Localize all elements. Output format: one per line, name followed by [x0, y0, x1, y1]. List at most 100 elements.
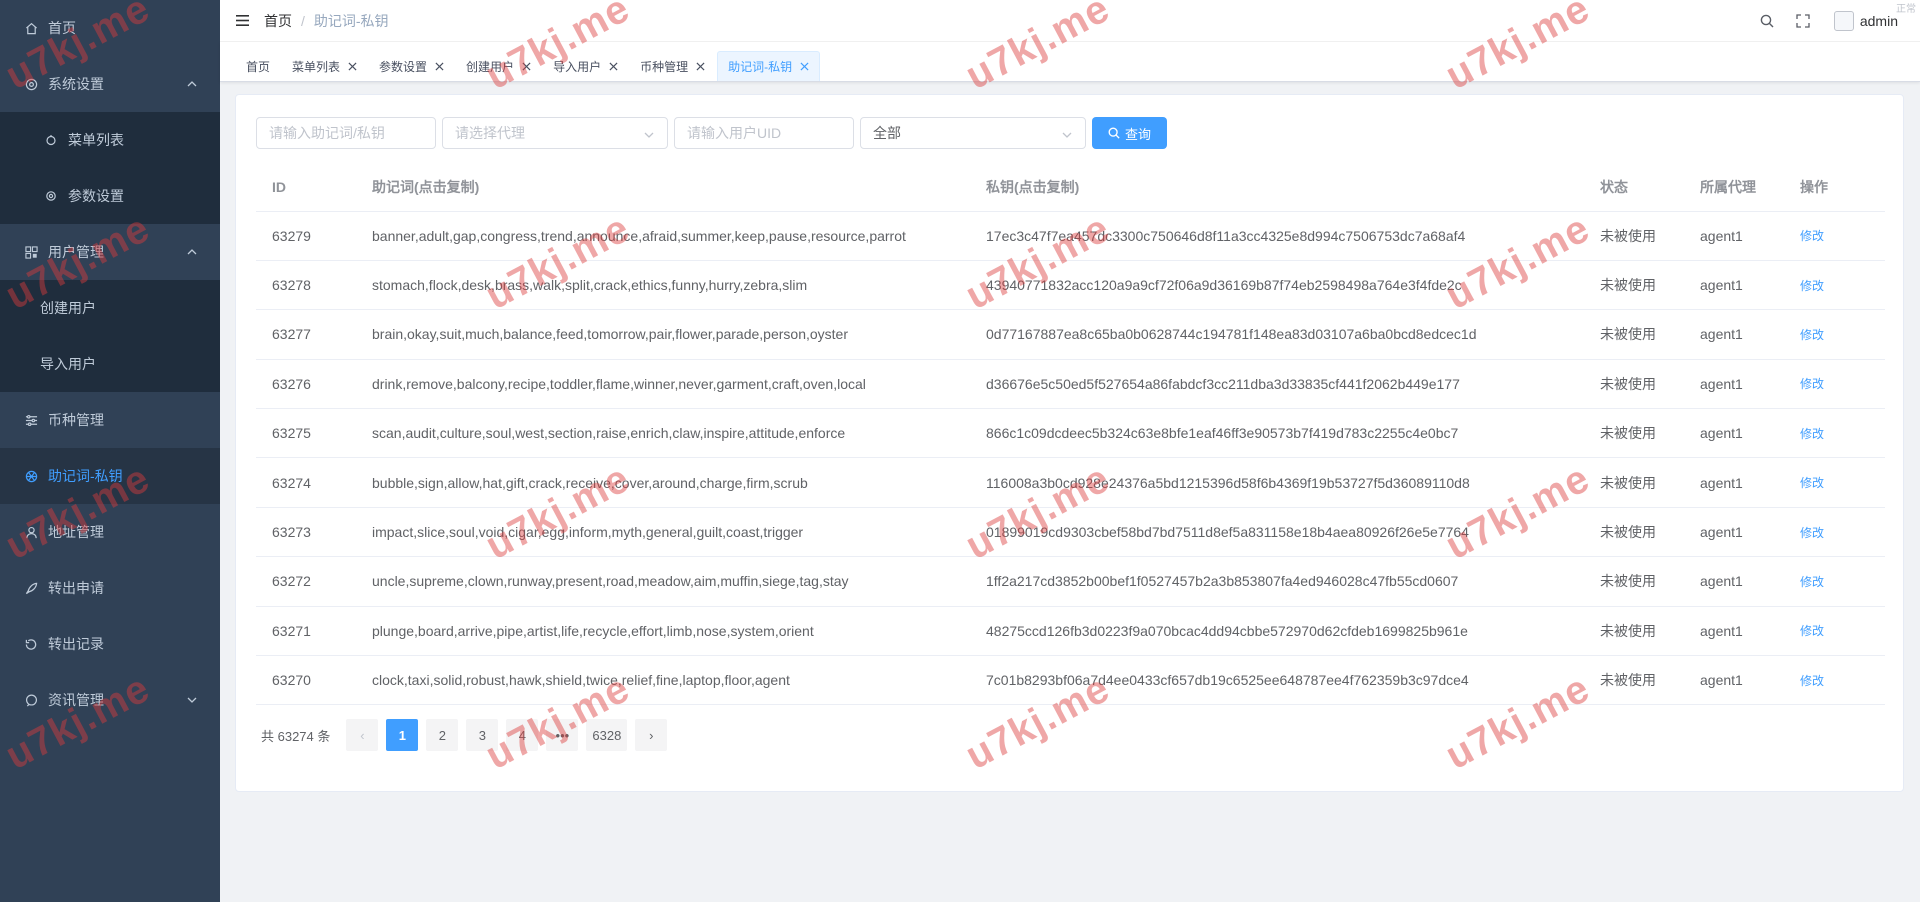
cell-mnemonic[interactable]: uncle,supreme,clown,runway,present,road,…: [356, 556, 970, 607]
close-icon[interactable]: [435, 61, 444, 71]
edit-link[interactable]: 修改: [1800, 229, 1824, 243]
search-icon[interactable]: [1760, 14, 1774, 28]
sidebar-item-9[interactable]: 地址管理: [0, 504, 220, 560]
sidebar-item-5[interactable]: 创建用户: [0, 280, 220, 336]
cell-id: 63272: [256, 556, 356, 607]
sidebar-item-7[interactable]: 币种管理: [0, 392, 220, 448]
sidebar-item-6[interactable]: 导入用户: [0, 336, 220, 392]
cell-action: 修改: [1784, 408, 1885, 459]
pagination-last-page[interactable]: 6328: [586, 719, 628, 752]
tab-label: 助记词-私钥: [728, 60, 793, 74]
table-row: 63270 clock,taxi,solid,robust,hawk,shield…: [256, 655, 1885, 706]
cell-private-key[interactable]: 0d77167887ea8c65ba0b0628744c194781f148ea…: [970, 309, 1584, 360]
uid-input[interactable]: 请输入用户UID: [674, 117, 854, 149]
close-icon[interactable]: [609, 61, 618, 71]
cell-private-key[interactable]: 48275ccd126fb3d0223f9a070bcac4dd94cbbe57…: [970, 606, 1584, 657]
pagination-ellipsis[interactable]: •••: [546, 719, 579, 752]
status-select[interactable]: 全部: [860, 117, 1086, 149]
edit-link[interactable]: 修改: [1800, 377, 1824, 391]
sidebar-item-2[interactable]: 菜单列表: [0, 112, 220, 168]
navbar-right: admin: [1738, 0, 1898, 42]
edit-link[interactable]: 修改: [1800, 476, 1824, 490]
cell-agent: agent1: [1684, 507, 1784, 558]
cell-id: 63273: [256, 507, 356, 558]
breadcrumb-current: 助记词-私钥: [313, 12, 389, 29]
cell-mnemonic[interactable]: banner,adult,gap,congress,trend,announce…: [356, 211, 970, 261]
edit-link[interactable]: 修改: [1800, 674, 1824, 688]
sidebar-item-label: 系统设置: [48, 76, 104, 92]
tab-6[interactable]: 助记词-私钥: [717, 51, 821, 81]
close-icon[interactable]: [696, 61, 705, 71]
agent-select[interactable]: 请选择代理: [442, 117, 668, 149]
pagination-page-1[interactable]: 1: [386, 719, 419, 752]
breadcrumb-separator: /: [301, 12, 305, 29]
qrcode-icon: [24, 245, 38, 259]
edit-link[interactable]: 修改: [1800, 624, 1824, 638]
cell-private-key[interactable]: 1ff2a217cd3852b00bef1f0527457b2a3b853807…: [970, 556, 1584, 607]
tab-label: 币种管理: [640, 59, 689, 74]
tab-label: 创建用户: [466, 59, 515, 74]
gear-icon: [44, 189, 58, 203]
cell-agent: agent1: [1684, 211, 1784, 261]
pagination-page-4[interactable]: 4: [506, 719, 539, 752]
cell-mnemonic[interactable]: impact,slice,soul,void,cigar,egg,inform,…: [356, 507, 970, 558]
avatar[interactable]: [1833, 11, 1854, 31]
sidebar-item-label: 菜单列表: [68, 132, 124, 148]
cell-mnemonic[interactable]: bubble,sign,allow,hat,gift,crack,receive…: [356, 457, 970, 508]
sidebar-item-1[interactable]: 系统设置: [0, 56, 220, 112]
cell-private-key[interactable]: 866c1c09dcdeec5b324c63e8bfe1eaf46ff3e905…: [970, 408, 1584, 459]
pagination-next-button[interactable]: ›: [635, 719, 668, 752]
query-button[interactable]: 查询: [1092, 117, 1168, 149]
cell-action: 修改: [1784, 309, 1885, 360]
cell-id: 63276: [256, 359, 356, 410]
agent-select-placeholder: 请选择代理: [455, 125, 525, 141]
tab-5[interactable]: 币种管理: [630, 51, 715, 81]
cell-mnemonic[interactable]: plunge,board,arrive,pipe,artist,life,rec…: [356, 606, 970, 657]
cell-mnemonic[interactable]: scan,audit,culture,soul,west,section,rai…: [356, 408, 970, 459]
pagination-prev-button[interactable]: ‹: [346, 719, 379, 752]
cell-mnemonic[interactable]: clock,taxi,solid,robust,hawk,shield,twic…: [356, 655, 970, 706]
cell-private-key[interactable]: 7c01b8293bf06a7d4ee0433cf657db19c6525ee6…: [970, 655, 1584, 706]
edit-link[interactable]: 修改: [1800, 526, 1824, 540]
cell-mnemonic[interactable]: stomach,flock,desk,brass,walk,split,crac…: [356, 260, 970, 311]
edit-link[interactable]: 修改: [1800, 427, 1824, 441]
tab-3[interactable]: 创建用户: [456, 51, 541, 81]
pagination-page-3[interactable]: 3: [466, 719, 499, 752]
edit-link[interactable]: 修改: [1800, 575, 1824, 589]
status-select-value: 全部: [873, 125, 901, 141]
sidebar-item-11[interactable]: 转出记录: [0, 616, 220, 672]
cell-mnemonic[interactable]: brain,okay,suit,much,balance,feed,tomorr…: [356, 309, 970, 360]
tab-1[interactable]: 菜单列表: [282, 51, 367, 81]
close-icon[interactable]: [800, 62, 809, 71]
cell-status: 未被使用: [1584, 309, 1684, 360]
tab-2[interactable]: 参数设置: [369, 51, 454, 81]
cell-private-key[interactable]: 116008a3b0cd928e24376a5bd1215396d58f6b43…: [970, 457, 1584, 508]
tab-4[interactable]: 导入用户: [543, 51, 628, 81]
cell-private-key[interactable]: 01899019cd9303cbef58bd7bd7511d8ef5a83115…: [970, 507, 1584, 558]
hamburger-icon[interactable]: [236, 14, 250, 28]
sidebar-item-8[interactable]: 助记词-私钥: [0, 448, 220, 504]
home-icon: [24, 21, 38, 35]
sidebar-item-12[interactable]: 资讯管理: [0, 672, 220, 728]
filter-bar: 请输入助记词/私钥 请选择代理 请输入用户UID 全部 查询: [256, 117, 1883, 149]
breadcrumb-home[interactable]: 首页: [264, 11, 292, 31]
cell-id: 63270: [256, 655, 356, 706]
close-icon[interactable]: [348, 61, 357, 71]
cell-private-key[interactable]: d36676e5c50ed5f527654a86fabdcf3cc211dba3…: [970, 359, 1584, 410]
fullscreen-icon[interactable]: [1796, 14, 1810, 28]
cell-mnemonic[interactable]: drink,remove,balcony,recipe,toddler,flam…: [356, 359, 970, 410]
sidebar-item-4[interactable]: 用户管理: [0, 224, 220, 280]
pagination-page-2[interactable]: 2: [426, 719, 459, 752]
sidebar-item-10[interactable]: 转出申请: [0, 560, 220, 616]
close-icon[interactable]: [522, 61, 531, 71]
username[interactable]: admin: [1860, 13, 1898, 29]
mnemonic-table: ID 助记词(点击复制) 私钥(点击复制) 状态 所属代理 操作 63279 banner,…: [256, 163, 1885, 706]
edit-link[interactable]: 修改: [1800, 328, 1824, 342]
mnemonic-search-input[interactable]: 请输入助记词/私钥: [256, 117, 436, 149]
edit-link[interactable]: 修改: [1800, 279, 1824, 293]
sidebar-item-0[interactable]: 首页: [0, 0, 220, 56]
cell-private-key[interactable]: 43940771832acc120a9a9cf72f06a9d36169b87f…: [970, 260, 1584, 311]
tab-0[interactable]: 首页: [236, 51, 280, 81]
cell-private-key[interactable]: 17ec3c47f7ea457dc3300c750646d8f11a3cc432…: [970, 211, 1584, 261]
sidebar-item-3[interactable]: 参数设置: [0, 168, 220, 224]
